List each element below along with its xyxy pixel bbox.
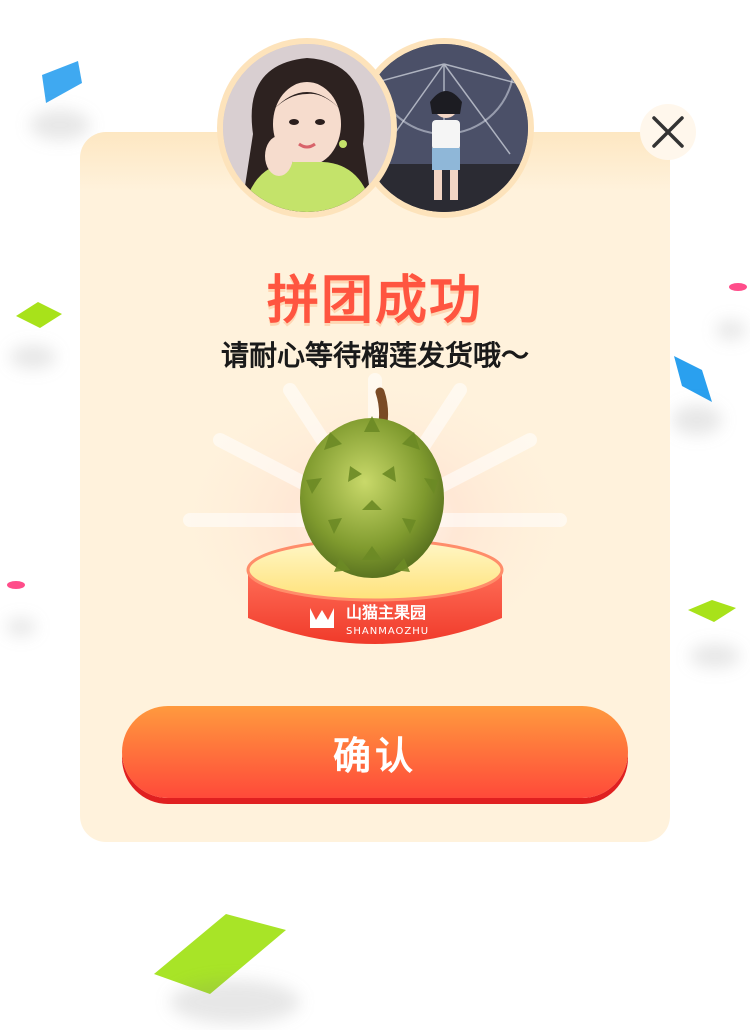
confetti-shadow-3 bbox=[672, 405, 722, 435]
brand-name: 山猫主果园 bbox=[346, 603, 426, 622]
brand-pinyin: SHANMAOZHU bbox=[346, 626, 429, 637]
dialog-subtitle: 请耐心等待榴莲发货哦～ bbox=[220, 339, 529, 372]
confetti-green-2 bbox=[688, 600, 736, 622]
confetti-shadow-6 bbox=[690, 644, 740, 668]
close-icon bbox=[652, 116, 684, 148]
close-button[interactable] bbox=[640, 104, 696, 160]
confetti-shadow-7 bbox=[170, 980, 300, 1024]
dialog-title: 拼团成功 bbox=[266, 271, 483, 331]
confetti-shadow-1 bbox=[30, 110, 90, 140]
confirm-button[interactable]: 确认 bbox=[122, 706, 628, 798]
avatar-left bbox=[217, 38, 397, 218]
confetti-pink-2 bbox=[7, 581, 25, 589]
confetti-shadow-5 bbox=[6, 618, 36, 636]
avatar-left-image bbox=[223, 44, 391, 212]
confetti-blue-1 bbox=[42, 61, 82, 103]
product-illustration: 山猫主果园 SHANMAOZHU bbox=[165, 370, 585, 670]
confirm-button-label: 确认 bbox=[332, 733, 417, 778]
